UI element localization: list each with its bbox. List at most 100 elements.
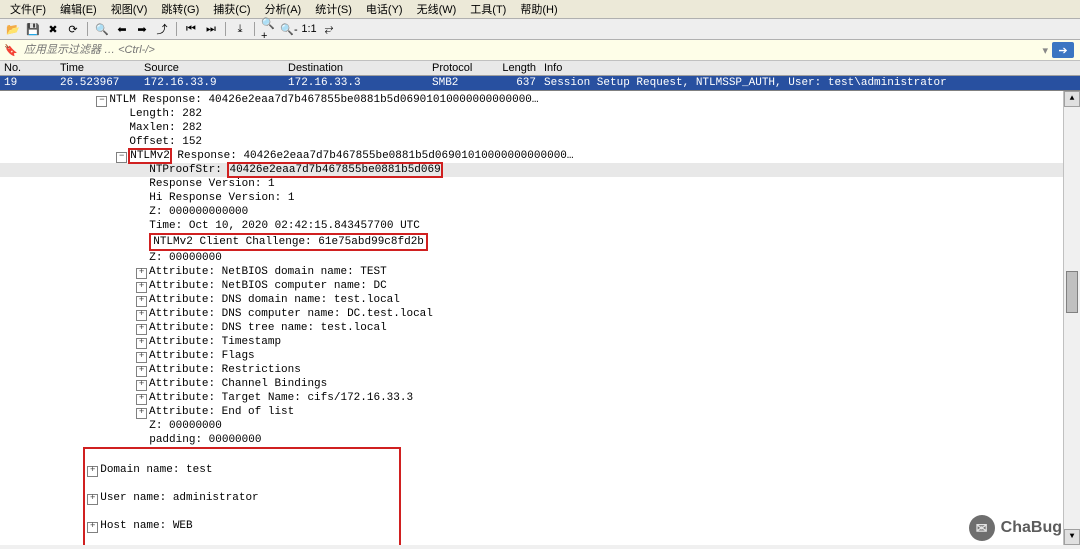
scroll-down-arrow[interactable]: ▼ [1064, 529, 1080, 545]
tree-line[interactable]: Response Version: 1 [0, 177, 1080, 191]
menu-view[interactable]: 视图(V) [105, 0, 154, 18]
menu-edit[interactable]: 编辑(E) [54, 0, 103, 18]
col-info[interactable]: Info [540, 62, 1080, 74]
back-icon[interactable]: ⬅ [113, 20, 131, 38]
expand-icon[interactable]: + [136, 366, 147, 377]
tree-line[interactable]: Maxlen: 282 [0, 121, 1080, 135]
expand-icon[interactable]: + [136, 310, 147, 321]
menu-analyze[interactable]: 分析(A) [259, 0, 308, 18]
expand-icon[interactable]: + [136, 380, 147, 391]
zoom-in-icon[interactable]: 🔍+ [260, 20, 278, 38]
tree-line[interactable]: Length: 282 [0, 107, 1080, 121]
col-source[interactable]: Source [140, 62, 284, 74]
cell-source: 172.16.33.9 [140, 77, 284, 89]
tree-line[interactable]: Offset: 152 [0, 135, 1080, 149]
tree-line[interactable]: +Attribute: End of list [0, 405, 1080, 419]
tree-line[interactable]: −NTLM Response: 40426e2eaa7d7b467855be08… [0, 93, 1080, 107]
expand-icon[interactable]: + [87, 466, 98, 477]
expand-icon[interactable]: + [136, 394, 147, 405]
highlight-client-challenge: NTLMv2 Client Challenge: 61e75abd99c8fd2… [149, 233, 428, 251]
col-destination[interactable]: Destination [284, 62, 428, 74]
tree-line[interactable]: −NTLMv2 Response: 40426e2eaa7d7b467855be… [0, 149, 1080, 163]
expand-icon[interactable]: + [87, 522, 98, 533]
tree-line[interactable]: +Domain name: test [87, 463, 397, 477]
col-length[interactable]: Length [492, 62, 540, 74]
tree-line[interactable]: +Attribute: DNS domain name: test.local [0, 293, 1080, 307]
cell-info: Session Setup Request, NTLMSSP_AUTH, Use… [540, 77, 1080, 89]
expand-icon[interactable]: + [136, 268, 147, 279]
toolbar-separator [225, 22, 226, 36]
col-protocol[interactable]: Protocol [428, 62, 492, 74]
tree-line[interactable]: +Attribute: Channel Bindings [0, 377, 1080, 391]
save-icon[interactable]: 💾 [24, 20, 42, 38]
menu-help[interactable]: 帮助(H) [514, 0, 563, 18]
menu-statistics[interactable]: 统计(S) [309, 0, 358, 18]
expression-button[interactable]: ▾ [1042, 44, 1048, 57]
collapse-icon[interactable]: − [116, 152, 127, 163]
menu-telephony[interactable]: 电话(Y) [360, 0, 409, 18]
menu-bar: 文件(F) 编辑(E) 视图(V) 跳转(G) 捕获(C) 分析(A) 统计(S… [0, 0, 1080, 19]
menu-file[interactable]: 文件(F) [4, 0, 52, 18]
expand-icon[interactable]: + [136, 324, 147, 335]
vertical-scrollbar[interactable]: ▲ ▼ [1063, 91, 1080, 545]
menu-go[interactable]: 跳转(G) [155, 0, 205, 18]
display-filter-bar: 🔖 ▾ ➔ [0, 40, 1080, 61]
resize-cols-icon[interactable]: ⥂ [320, 20, 338, 38]
tree-line[interactable]: Z: 00000000 [0, 419, 1080, 433]
find-icon[interactable]: 🔍 [93, 20, 111, 38]
tree-line[interactable]: +Attribute: NetBIOS computer name: DC [0, 279, 1080, 293]
tree-line[interactable]: +Attribute: Flags [0, 349, 1080, 363]
tree-line[interactable]: padding: 00000000 [0, 433, 1080, 447]
highlight-auth-block: +Domain name: test +User name: administr… [83, 447, 401, 545]
expand-icon[interactable]: + [136, 338, 147, 349]
expand-icon[interactable]: + [136, 352, 147, 363]
highlight-ntproofstr: 40426e2eaa7d7b467855be0881b5d069 [228, 163, 441, 177]
tree-line[interactable]: +Host name: WEB [87, 519, 397, 533]
scroll-up-arrow[interactable]: ▲ [1064, 91, 1080, 107]
tree-line[interactable]: Z: 000000000000 [0, 205, 1080, 219]
open-icon[interactable]: 📂 [4, 20, 22, 38]
zoom-reset-icon[interactable]: 1:1 [300, 20, 318, 38]
collapse-icon[interactable]: − [96, 96, 107, 107]
toolbar-separator [254, 22, 255, 36]
last-icon[interactable]: ⏭ [202, 20, 220, 38]
tree-line[interactable]: Time: Oct 10, 2020 02:42:15.843457700 UT… [0, 219, 1080, 233]
cell-protocol: SMB2 [428, 77, 492, 89]
apply-filter-button[interactable]: ➔ [1052, 42, 1074, 58]
tree-line[interactable]: +Attribute: Timestamp [0, 335, 1080, 349]
tree-line-selected[interactable]: NTProofStr: 40426e2eaa7d7b467855be0881b5… [0, 163, 1080, 177]
close-icon[interactable]: ✖ [44, 20, 62, 38]
tree-line[interactable]: Z: 00000000 [0, 251, 1080, 265]
toolbar: 📂 💾 ✖ ⟳ 🔍 ⬅ ➡ ⤴ ⏮ ⏭ ⤓ 🔍+ 🔍- 1:1 ⥂ [0, 19, 1080, 40]
packet-row[interactable]: 19 26.523967 172.16.33.9 172.16.33.3 SMB… [0, 76, 1080, 90]
display-filter-input[interactable] [22, 43, 1038, 57]
jump-icon[interactable]: ⤴ [153, 20, 171, 38]
col-no[interactable]: No. [0, 62, 56, 74]
first-icon[interactable]: ⏮ [182, 20, 200, 38]
tree-line[interactable]: +User name: administrator [87, 491, 397, 505]
menu-wireless[interactable]: 无线(W) [411, 0, 463, 18]
tree-line[interactable]: Hi Response Version: 1 [0, 191, 1080, 205]
tree-line[interactable]: +Attribute: DNS computer name: DC.test.l… [0, 307, 1080, 321]
bookmark-icon[interactable]: 🔖 [4, 43, 18, 57]
menu-capture[interactable]: 捕获(C) [207, 0, 256, 18]
tree-line[interactable]: +Attribute: Target Name: cifs/172.16.33.… [0, 391, 1080, 405]
expand-icon[interactable]: + [136, 296, 147, 307]
scroll-thumb[interactable] [1066, 271, 1078, 313]
highlight-ntlmv2: NTLMv2 [129, 149, 171, 163]
tree-line[interactable]: +Attribute: Restrictions [0, 363, 1080, 377]
cell-time: 26.523967 [56, 77, 140, 89]
reload-icon[interactable]: ⟳ [64, 20, 82, 38]
tree-line[interactable]: +Attribute: NetBIOS domain name: TEST [0, 265, 1080, 279]
expand-icon[interactable]: + [136, 282, 147, 293]
zoom-out-icon[interactable]: 🔍- [280, 20, 298, 38]
tree-line[interactable]: NTLMv2 Client Challenge: 61e75abd99c8fd2… [0, 233, 1080, 251]
expand-icon[interactable]: + [136, 408, 147, 419]
tree-line[interactable]: +Attribute: DNS tree name: test.local [0, 321, 1080, 335]
fwd-icon[interactable]: ➡ [133, 20, 151, 38]
autoscroll-icon[interactable]: ⤓ [231, 20, 249, 38]
col-time[interactable]: Time [56, 62, 140, 74]
packet-details-pane[interactable]: ▲ ▼ −NTLM Response: 40426e2eaa7d7b467855… [0, 90, 1080, 545]
menu-tools[interactable]: 工具(T) [464, 0, 512, 18]
expand-icon[interactable]: + [87, 494, 98, 505]
